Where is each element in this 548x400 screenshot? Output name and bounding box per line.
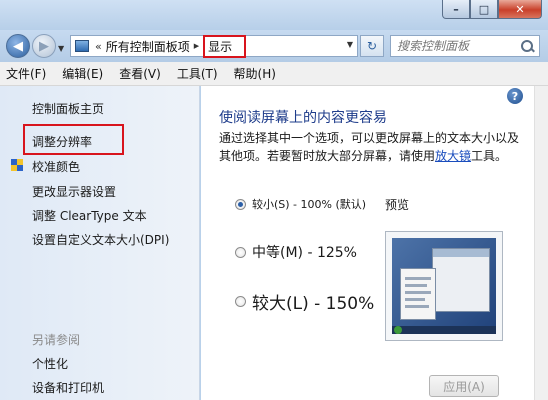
recent-pages-dropdown[interactable]: ▼ <box>58 44 64 53</box>
option-medium-label[interactable]: 中等(M) - 125% <box>252 242 357 262</box>
apply-button[interactable]: 应用(A) <box>429 375 499 397</box>
preview-text-line <box>405 305 429 308</box>
breadcrumb-all-control-panel-items[interactable]: 所有控制面板项 <box>106 38 190 55</box>
menu-edit[interactable]: 编辑(E) <box>62 65 103 82</box>
refresh-button[interactable]: ↻ <box>360 35 384 57</box>
adjust-resolution-link[interactable]: 调整分辨率 <box>32 133 92 150</box>
page-title: 使阅读屏幕上的内容更容易 <box>219 110 387 126</box>
preview-text-line <box>405 298 425 301</box>
search-icon[interactable] <box>519 38 535 54</box>
control-panel-home-link[interactable]: 控制面板主页 <box>32 100 104 117</box>
personalization-link[interactable]: 个性化 <box>32 355 68 372</box>
radio-medium[interactable] <box>235 246 246 258</box>
breadcrumb-arrow-icon[interactable]: ▶ <box>194 42 199 50</box>
see-also-heading: 另请参阅 <box>32 333 81 347</box>
preview-window-titlebar <box>433 249 489 257</box>
menu-help[interactable]: 帮助(H) <box>234 65 276 82</box>
uac-shield-icon <box>11 159 23 171</box>
custom-dpi-link[interactable]: 设置自定义文本大小(DPI) <box>32 231 169 248</box>
window-controls: – □ ✕ <box>442 0 542 19</box>
preview-text-line <box>405 284 427 287</box>
preview-text-line <box>405 291 431 294</box>
navigation-bar: ◀ ▶ ▼ « 所有控制面板项 ▶ 显示 ▼ ↻ <box>0 30 548 62</box>
main-pane: ? 使阅读屏幕上的内容更容易 通过选择其中一个选项，可以更改屏幕上的文本大小以及… <box>201 86 548 400</box>
option-smaller-label[interactable]: 较小(S) - 100% (默认) <box>252 196 366 212</box>
content-area: 控制面板主页 调整分辨率 校准颜色 更改显示器设置 调整 ClearType 文… <box>0 86 548 400</box>
breadcrumb-display-highlight: 显示 <box>203 34 247 58</box>
search-box[interactable] <box>390 35 540 57</box>
address-dropdown-icon[interactable]: ▼ <box>347 40 353 49</box>
left-task-pane: 控制面板主页 调整分辨率 校准颜色 更改显示器设置 调整 ClearType 文… <box>0 86 200 400</box>
option-medium[interactable]: 中等(M) - 125% <box>235 242 357 262</box>
overflow-chevron[interactable]: « <box>95 40 102 53</box>
address-bar[interactable]: « 所有控制面板项 ▶ 显示 ▼ <box>70 34 358 58</box>
breadcrumb-display[interactable]: 显示 <box>208 40 232 54</box>
option-smaller[interactable]: 较小(S) - 100% (默认) <box>235 196 366 212</box>
change-display-settings-link[interactable]: 更改显示器设置 <box>32 183 116 200</box>
maximize-button[interactable]: □ <box>470 0 498 19</box>
forward-button[interactable]: ▶ <box>32 34 56 58</box>
menu-bar: 文件(F) 编辑(E) 查看(V) 工具(T) 帮助(H) <box>0 62 548 86</box>
search-input[interactable] <box>391 39 519 53</box>
magnifier-link[interactable]: 放大镜 <box>435 149 471 163</box>
preview-taskbar <box>392 326 496 334</box>
vertical-scrollbar[interactable] <box>534 86 548 400</box>
back-button[interactable]: ◀ <box>6 34 30 58</box>
option-larger[interactable]: 较大(L) - 150% <box>235 289 374 314</box>
preview-label: 预览 <box>385 198 410 212</box>
calibrate-color-link[interactable]: 校准颜色 <box>32 158 80 175</box>
menu-tools[interactable]: 工具(T) <box>177 65 218 82</box>
preview-image <box>385 231 503 341</box>
radio-smaller[interactable] <box>235 198 246 210</box>
preview-desktop <box>392 238 496 334</box>
help-icon[interactable]: ? <box>507 88 523 104</box>
menu-file[interactable]: 文件(F) <box>6 65 46 82</box>
control-panel-icon <box>75 40 89 52</box>
preview-window-small <box>400 268 436 320</box>
option-larger-label[interactable]: 较大(L) - 150% <box>252 289 374 314</box>
adjust-cleartype-link[interactable]: 调整 ClearType 文本 <box>32 207 147 224</box>
devices-printers-link[interactable]: 设备和打印机 <box>32 379 104 396</box>
preview-start-orb <box>394 326 402 334</box>
title-bar: – □ ✕ <box>0 0 548 30</box>
radio-larger[interactable] <box>235 296 246 307</box>
description-part-2: 工具。 <box>471 149 508 163</box>
description-text: 通过选择其中一个选项，可以更改屏幕上的文本大小以及其他项。若要暂时放大部分屏幕，… <box>219 129 519 165</box>
preview-text-line <box>405 277 431 280</box>
minimize-button[interactable]: – <box>442 0 470 19</box>
menu-view[interactable]: 查看(V) <box>119 65 161 82</box>
close-button[interactable]: ✕ <box>498 0 542 19</box>
preview-window-large <box>432 248 490 312</box>
